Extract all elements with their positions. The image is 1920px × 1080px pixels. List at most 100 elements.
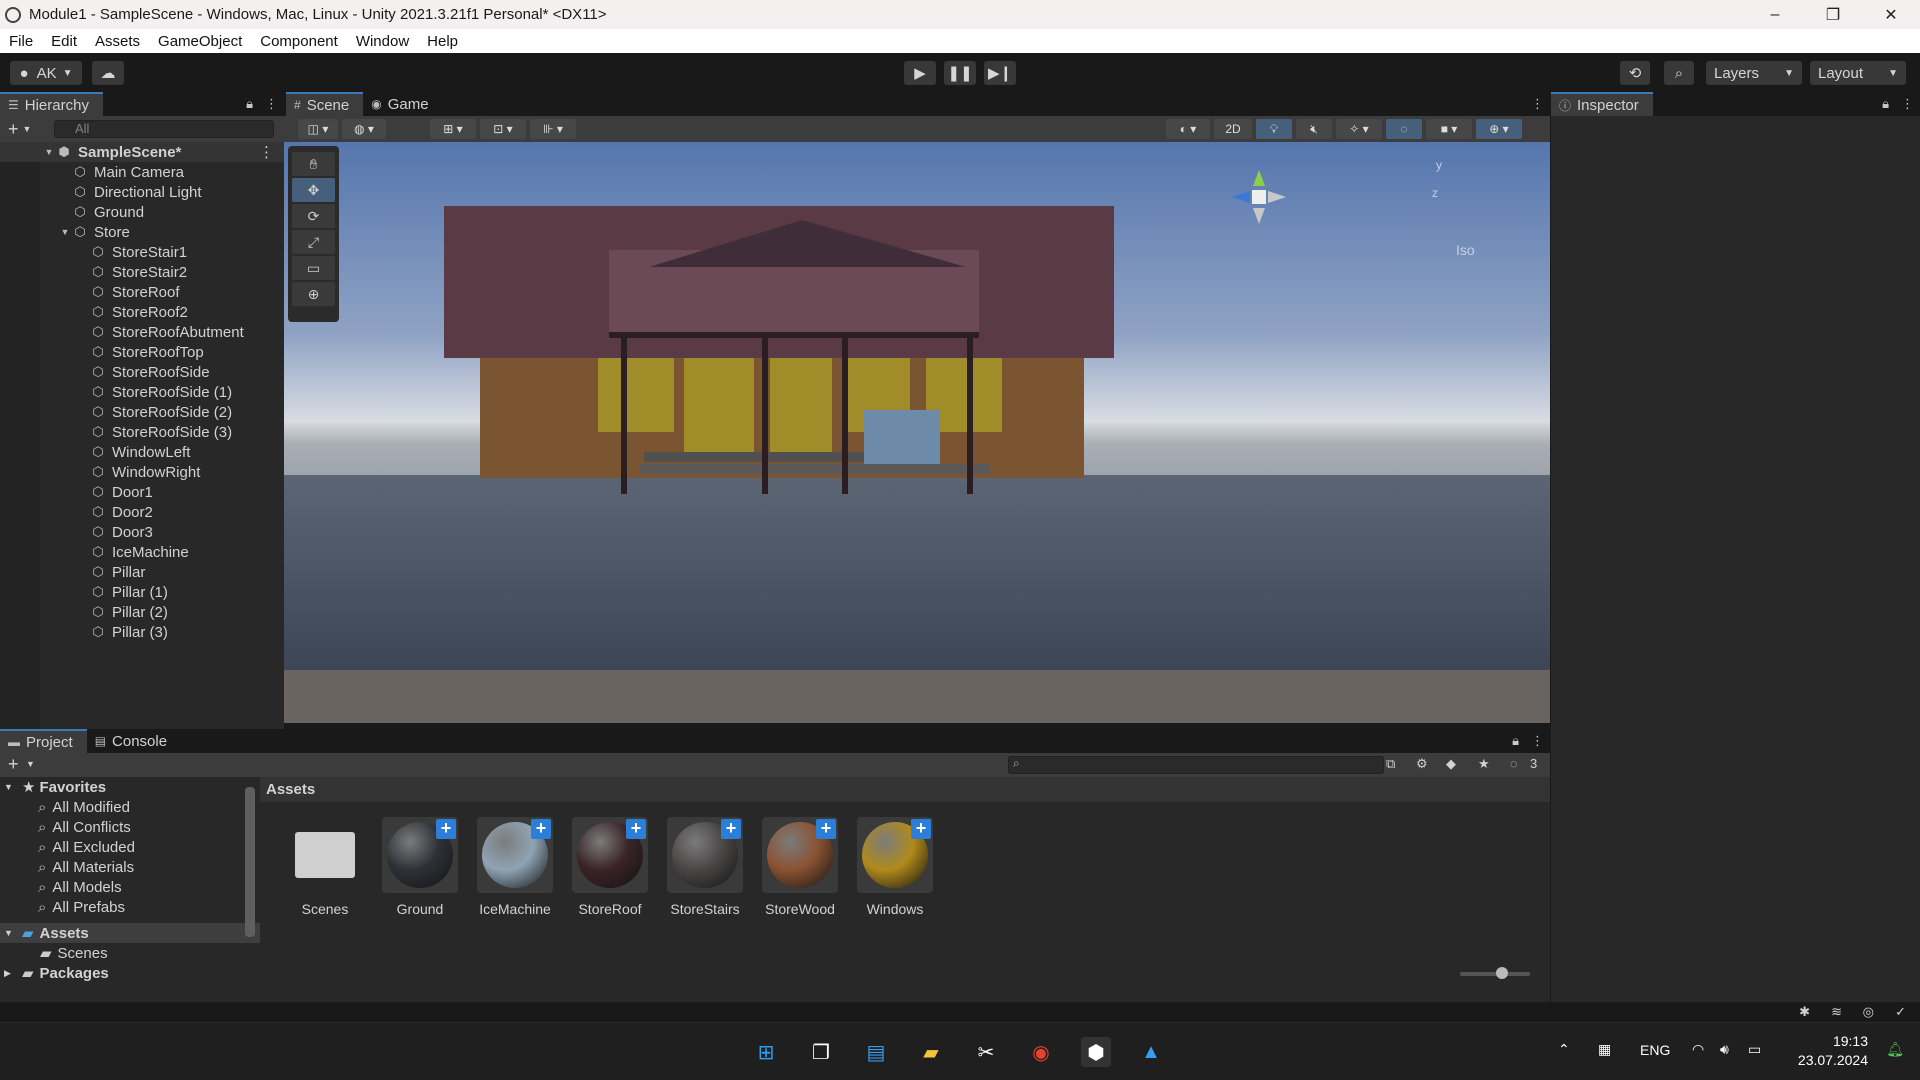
lighting-toggle-button[interactable]: 💡︎	[1256, 119, 1292, 139]
hierarchy-scene-row[interactable]: ▼ ⬢ SampleScene* ⋮	[0, 142, 284, 162]
tab-game[interactable]: ◉ Game	[363, 92, 442, 116]
add-icon[interactable]: +	[8, 119, 19, 140]
expand-triangle-icon[interactable]: ▶	[4, 968, 18, 979]
rotate-tool-button[interactable]: ⟳	[292, 204, 335, 228]
menu-help[interactable]: Help	[418, 33, 467, 50]
system-clock[interactable]: 19:13 23.07.2024	[1798, 1032, 1868, 1070]
project-search-input[interactable]	[1008, 756, 1384, 774]
step-button[interactable]: ▶❙	[984, 61, 1016, 85]
menu-edit[interactable]: Edit	[42, 33, 86, 50]
task-view-button[interactable]: ❐	[806, 1037, 836, 1067]
menu-file[interactable]: File	[0, 33, 42, 50]
gizmos-button[interactable]: ⊕ ▾	[1476, 119, 1522, 139]
hierarchy-item[interactable]: ⬡ Door3	[0, 522, 284, 542]
asset-material[interactable]: + Windows	[850, 817, 940, 917]
add-to-scene-icon[interactable]: +	[436, 819, 456, 839]
breadcrumb-assets[interactable]: Assets	[266, 781, 315, 798]
favorites-row[interactable]: ▼ ★ Favorites	[0, 777, 260, 797]
hierarchy-item[interactable]: ⬡ Directional Light	[0, 182, 284, 202]
projection-label[interactable]: Iso	[1456, 242, 1475, 258]
tab-hierarchy[interactable]: ☰ Hierarchy	[0, 92, 103, 116]
notepad-button[interactable]: ▤	[861, 1037, 891, 1067]
grid-snap-button[interactable]: ⊞ ▾	[430, 119, 476, 139]
rect-tool-button[interactable]: ▭	[292, 256, 335, 280]
asset-material[interactable]: + StoreStairs	[660, 817, 750, 917]
hierarchy-item[interactable]: ⬡ Door1	[0, 482, 284, 502]
visibility-toggle-button[interactable]: ◌	[1386, 119, 1422, 139]
add-icon[interactable]: +	[8, 754, 19, 775]
tab-scene[interactable]: # Scene	[286, 92, 364, 116]
start-button[interactable]: ⊞	[751, 1037, 781, 1067]
slider-handle[interactable]	[1496, 967, 1508, 979]
hierarchy-item[interactable]: ⬡ Pillar (3)	[0, 622, 284, 642]
filter-type-icon[interactable]: ⚙	[1416, 756, 1428, 772]
folder-tree-scrollbar[interactable]	[245, 787, 255, 937]
assets-folder-row[interactable]: ▼ ▰ Assets	[0, 923, 260, 943]
unity-button[interactable]: ⬢	[1081, 1037, 1111, 1067]
menu-window[interactable]: Window	[347, 33, 418, 50]
hierarchy-item[interactable]: ⬡ Pillar (2)	[0, 602, 284, 622]
photos-button[interactable]: ▲	[1136, 1037, 1166, 1067]
history-button[interactable]: ⟲	[1620, 61, 1650, 85]
play-button[interactable]: ▶	[904, 61, 936, 85]
menu-assets[interactable]: Assets	[86, 33, 149, 50]
lock-icon[interactable]: 🔒︎	[1882, 96, 1889, 112]
language-indicator[interactable]: ENG	[1640, 1042, 1670, 1058]
scale-tool-button[interactable]: ⤢	[292, 230, 335, 254]
minimize-button[interactable]: –	[1746, 0, 1804, 29]
favorites-item[interactable]: ⌕ All Materials	[0, 857, 260, 877]
add-to-scene-icon[interactable]: +	[626, 819, 646, 839]
tab-project[interactable]: ▬ Project	[0, 729, 87, 753]
camera-button[interactable]: ■ ▾	[1426, 119, 1472, 139]
menu-component[interactable]: Component	[251, 33, 347, 50]
hierarchy-item[interactable]: ⬡ StoreRoof	[0, 282, 284, 302]
packages-folder-row[interactable]: ▶ ▰ Packages	[0, 963, 260, 983]
expand-triangle-icon[interactable]: ▼	[4, 782, 18, 792]
hierarchy-item[interactable]: ⬡ StoreRoofAbutment	[0, 322, 284, 342]
transform-tool-button[interactable]: ⊕	[292, 282, 335, 306]
asset-folder[interactable]: Scenes	[280, 817, 370, 917]
network-icon[interactable]: ≋	[1831, 1004, 1842, 1020]
label-icon[interactable]: ◆	[1446, 756, 1456, 772]
hierarchy-item[interactable]: ⬡ StoreStair1	[0, 242, 284, 262]
star-icon[interactable]: ★	[1478, 756, 1490, 772]
hierarchy-item[interactable]: ⬡ Pillar (1)	[0, 582, 284, 602]
favorites-item[interactable]: ⌕ All Prefabs	[0, 897, 260, 917]
hierarchy-item[interactable]: ⬡ StoreRoofSide (1)	[0, 382, 284, 402]
cloud-button[interactable]: ☁	[92, 61, 124, 85]
close-button[interactable]: ✕	[1862, 0, 1920, 29]
chevron-up-icon[interactable]: ⌃	[1558, 1041, 1570, 1058]
more-icon[interactable]: ⋮	[259, 143, 274, 161]
hierarchy-item[interactable]: ⬡ WindowLeft	[0, 442, 284, 462]
add-to-scene-icon[interactable]: +	[911, 819, 931, 839]
more-icon[interactable]: ⋮	[265, 96, 278, 112]
battery-icon[interactable]: ▭	[1748, 1041, 1761, 1058]
hierarchy-item[interactable]: ⬡ Door2	[0, 502, 284, 522]
volume-icon[interactable]: 🔊︎	[1720, 1041, 1729, 1058]
scene-viewport[interactable]: ✋︎ ✥ ⟳ ⤢ ▭ ⊕ y z Iso	[284, 142, 1550, 723]
favorites-item[interactable]: ⌕ All Conflicts	[0, 817, 260, 837]
asset-material[interactable]: + StoreRoof	[565, 817, 655, 917]
account-button[interactable]: ● AK ▼	[10, 61, 82, 85]
search-button[interactable]: ⌕	[1664, 61, 1694, 85]
expand-triangle-icon[interactable]: ▼	[58, 227, 72, 237]
hierarchy-item[interactable]: ⬡ WindowRight	[0, 462, 284, 482]
chevron-down-icon[interactable]: ▼	[23, 124, 32, 134]
hierarchy-item[interactable]: ⬡ StoreRoofTop	[0, 342, 284, 362]
lock-icon[interactable]: 🔒︎	[246, 96, 253, 112]
scenes-folder-row[interactable]: ▰ Scenes	[0, 943, 260, 963]
chevron-down-icon[interactable]: ▼	[26, 759, 35, 769]
expand-triangle-icon[interactable]: ▼	[4, 928, 18, 938]
asset-material[interactable]: + IceMachine	[470, 817, 560, 917]
hierarchy-item[interactable]: ⬡ StoreStair2	[0, 262, 284, 282]
thumbnail-size-slider[interactable]	[1460, 967, 1530, 979]
move-tool-button[interactable]: ✥	[292, 178, 335, 202]
hierarchy-item[interactable]: ⬡ StoreRoofSide	[0, 362, 284, 382]
effects-button[interactable]: ✧ ▾	[1336, 119, 1382, 139]
asset-material[interactable]: + StoreWood	[755, 817, 845, 917]
hierarchy-item[interactable]: ⬡ StoreRoofSide (3)	[0, 422, 284, 442]
hand-tool-button[interactable]: ✋︎	[292, 152, 335, 176]
audio-toggle-button[interactable]: 🔇︎	[1296, 119, 1332, 139]
hierarchy-item[interactable]: ▼ ⬡ Store	[0, 222, 284, 242]
file-explorer-button[interactable]: ▰	[916, 1037, 946, 1067]
